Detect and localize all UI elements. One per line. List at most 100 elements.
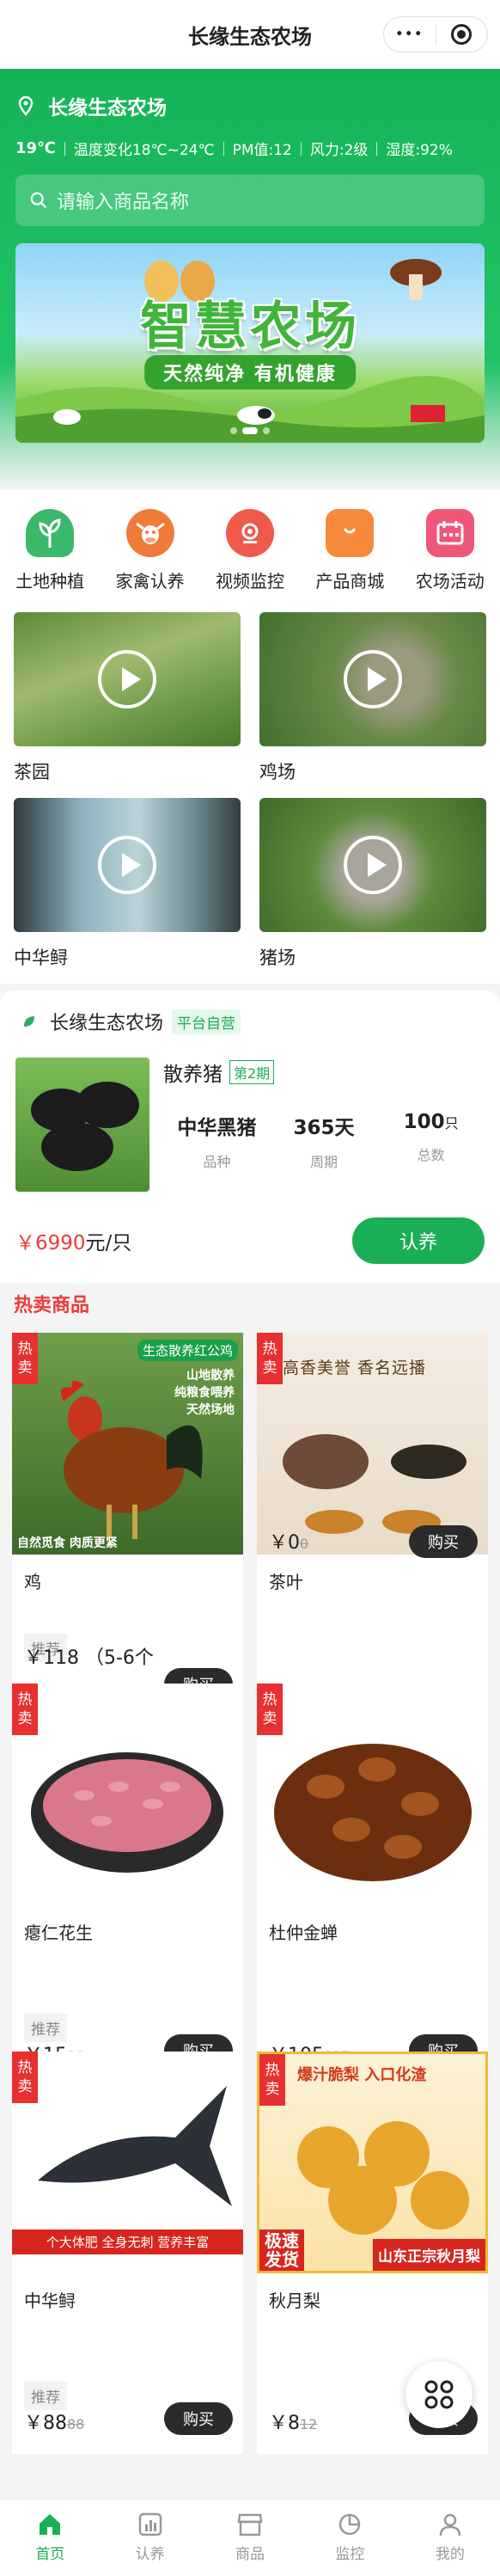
video-monitor-grid: 茶园 鸡场 中华鲟 猪场 [0, 602, 500, 984]
pig-image [15, 1058, 149, 1192]
video-thumbnail [259, 798, 486, 932]
sturgeon-caption: 个大体肥 全身无刺 营养丰富 [12, 2229, 243, 2254]
farm-header: 长缘生态农场 19℃ 温度变化18℃~24℃ PM值:12 风力:2级 湿度:9… [0, 69, 500, 490]
video-name: 猪场 [259, 948, 296, 968]
cicada-pile-icon [274, 1744, 472, 1881]
buy-button[interactable]: 购买 [164, 2402, 233, 2435]
video-thumbnail [14, 612, 241, 746]
product-name: 秋月梨 [269, 2291, 320, 2311]
more-dots-icon: ••• [395, 28, 424, 41]
tab-mine[interactable]: 我的 [400, 2499, 500, 2576]
tab-label: 我的 [435, 2546, 465, 2563]
mini-program-capsule: ••• [383, 16, 488, 52]
farm-name: 长缘生态农场 [50, 1013, 164, 1034]
pears-icon [297, 2121, 469, 2235]
category-label: 农场活动 [415, 570, 485, 592]
wind-level: 风力:2级 [309, 142, 369, 159]
hot-badge: 热卖 [257, 1684, 283, 1735]
self-operated-tag: 平台自营 [172, 1009, 241, 1034]
tab-label: 商品 [235, 2546, 265, 2563]
total-value: 100 [403, 1111, 445, 1133]
product-image: 热卖 [12, 1684, 243, 1905]
buy-button[interactable]: 购买 [409, 1525, 478, 1558]
video-thumbnail [259, 612, 486, 746]
category-livestock-adopt[interactable]: 家禽认养 [103, 508, 198, 592]
play-icon [98, 650, 156, 708]
tab-monitor[interactable]: 监控 [300, 2499, 399, 2576]
temperature: 19℃ [15, 139, 56, 157]
tab-label: 监控 [335, 2546, 365, 2563]
breed-label: 品种 [203, 1154, 231, 1170]
pm-value: PM值:12 [232, 142, 292, 159]
product-name: 中华鲟 [24, 2291, 76, 2311]
product-name: 杜仲金蝉 [269, 1923, 338, 1943]
cow-icon [125, 508, 174, 557]
breed-value: 中华黑猪 [177, 1117, 257, 1139]
category-land-planting[interactable]: 土地种植 [3, 508, 97, 592]
location-row[interactable]: 长缘生态农场 [15, 69, 485, 120]
adopt-button[interactable]: 认养 [352, 1217, 485, 1264]
pie-chart-icon [339, 2513, 361, 2536]
nav-bar: 长缘生态农场 ••• [0, 0, 500, 69]
category-product-mall[interactable]: 产品商城 [302, 508, 397, 592]
video-card-tea[interactable]: 茶园 [14, 612, 241, 798]
hot-badge: 热卖 [257, 1333, 283, 1384]
tab-products[interactable]: 商品 [200, 2499, 300, 2576]
video-card-pig[interactable]: 猪场 [259, 798, 486, 984]
floating-menu-button[interactable] [405, 2361, 473, 2428]
product-image: 热卖 生态散养红公鸡 山地散养 纯粮食喂养 天然场地 自然觅食 肉质更紧 [12, 1333, 243, 1555]
adoption-price: ￥6990元/只 [15, 1232, 132, 1254]
total-label: 总数 [417, 1147, 445, 1163]
original-price: 0 [300, 1536, 309, 1552]
shop-bag-icon [326, 508, 375, 557]
close-mini-program-button[interactable] [436, 24, 488, 45]
user-icon [439, 2513, 461, 2536]
original-price: 88 [67, 2416, 85, 2432]
bar-chart-icon [138, 2512, 162, 2536]
tea-caption: 高香美誉 香名远播 [283, 1359, 427, 1377]
grid-menu-icon [424, 2380, 454, 2409]
product-image: 热卖 个大体肥 全身无刺 营养丰富 [12, 2052, 243, 2273]
price-unit: 元/只 [85, 1232, 132, 1254]
more-menu-button[interactable]: ••• [384, 28, 436, 41]
bottom-tab-bar: 首页 认养 商品 监控 我的 [0, 2499, 500, 2576]
product-price: ￥00 [269, 1532, 309, 1554]
hot-badge: 热卖 [12, 2052, 38, 2103]
carousel-indicators [230, 427, 270, 434]
banner-carousel[interactable]: 智慧农场 天然纯净 有机健康 [15, 243, 485, 443]
product-name: 茶叶 [269, 1572, 303, 1592]
search-input[interactable]: 请输入商品名称 [15, 175, 485, 226]
category-farm-activity[interactable]: 农场活动 [403, 508, 497, 592]
product-card-sturgeon[interactable]: 热卖 个大体肥 全身无刺 营养丰富 中华鲟 推荐 ￥8888 购买 [12, 2052, 243, 2454]
pear-slogan: 爆汁脆梨 入口化渣 [297, 2066, 427, 2084]
calendar-icon [425, 508, 474, 557]
product-name: 鸡 [24, 1572, 41, 1592]
tab-home[interactable]: 首页 [0, 2499, 100, 2576]
original-price: 12 [300, 2416, 318, 2432]
product-card-cicada[interactable]: 热卖 杜仲金蝉 ￥105135 购买 [257, 1684, 488, 2086]
weather-bar: 19℃ 温度变化18℃~24℃ PM值:12 风力:2级 湿度:92% [15, 138, 485, 159]
tab-label: 首页 [35, 2546, 65, 2563]
video-name: 鸡场 [259, 762, 296, 782]
category-video-monitor[interactable]: 视频监控 [203, 508, 297, 592]
product-card-peanut[interactable]: 热卖 瘪仁花生 推荐 ￥1518 购买 [12, 1684, 243, 2086]
location-pin-icon [18, 95, 34, 116]
peanut-plate-icon [31, 1752, 223, 1873]
video-card-sturgeon[interactable]: 中华鲟 [14, 798, 241, 984]
video-thumbnail [14, 798, 241, 932]
adoption-stats: 中华黑猪 品种 365天 周期 100只 总数 [163, 1111, 485, 1171]
product-card-chicken[interactable]: 热卖 生态散养红公鸡 山地散养 纯粮食喂养 天然场地 自然觅食 肉质更紧 鸡 推荐 … [12, 1333, 243, 1735]
product-image: 热卖 [257, 1684, 488, 1905]
period-badge: 第2期 [229, 1060, 275, 1084]
cycle-label: 周期 [310, 1154, 338, 1170]
chicken-caption: 生态散养红公鸡 [137, 1340, 238, 1361]
chicken-features: 山地散养 纯粮食喂养 天然场地 [174, 1369, 235, 1417]
adoption-card: 长缘生态农场 平台自营 散养猪 第2期 中华黑猪 品种 365天 周期 100只 总数 … [0, 991, 500, 1283]
leaf-logo-icon [24, 1016, 34, 1027]
adoption-item[interactable]: 散养猪 第2期 中华黑猪 品种 365天 周期 100只 总数 [15, 1058, 485, 1192]
search-icon [30, 192, 47, 209]
tab-adopt[interactable]: 认养 [100, 2499, 199, 2576]
product-price: ￥812 [269, 2413, 318, 2434]
video-card-chicken[interactable]: 鸡场 [259, 612, 486, 798]
product-card-tea[interactable]: 热卖 高香美誉 香名远播 茶叶 ￥00 购买 [257, 1333, 488, 1735]
